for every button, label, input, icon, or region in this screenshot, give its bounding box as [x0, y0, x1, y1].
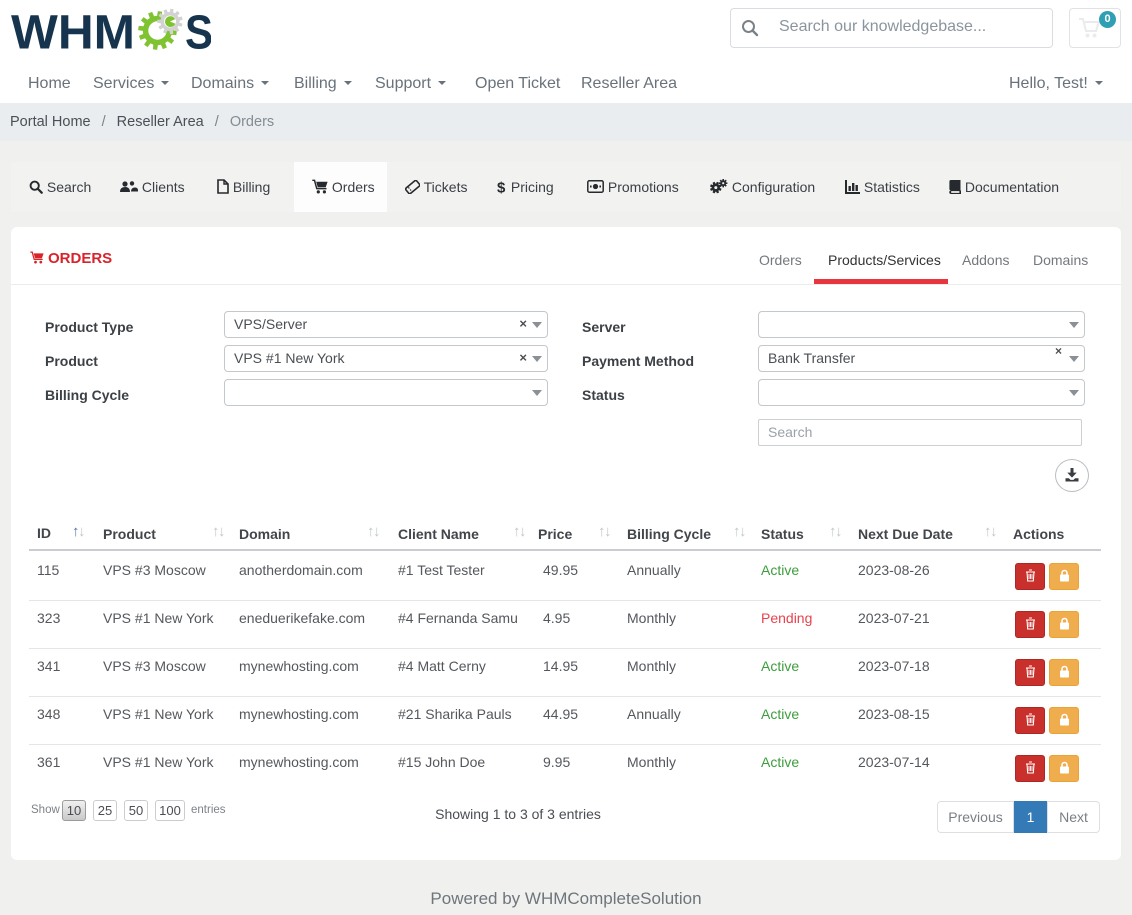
svg-text:WHM: WHM — [11, 7, 135, 55]
svg-text:S: S — [185, 7, 211, 55]
svg-text:$: $ — [497, 179, 506, 195]
